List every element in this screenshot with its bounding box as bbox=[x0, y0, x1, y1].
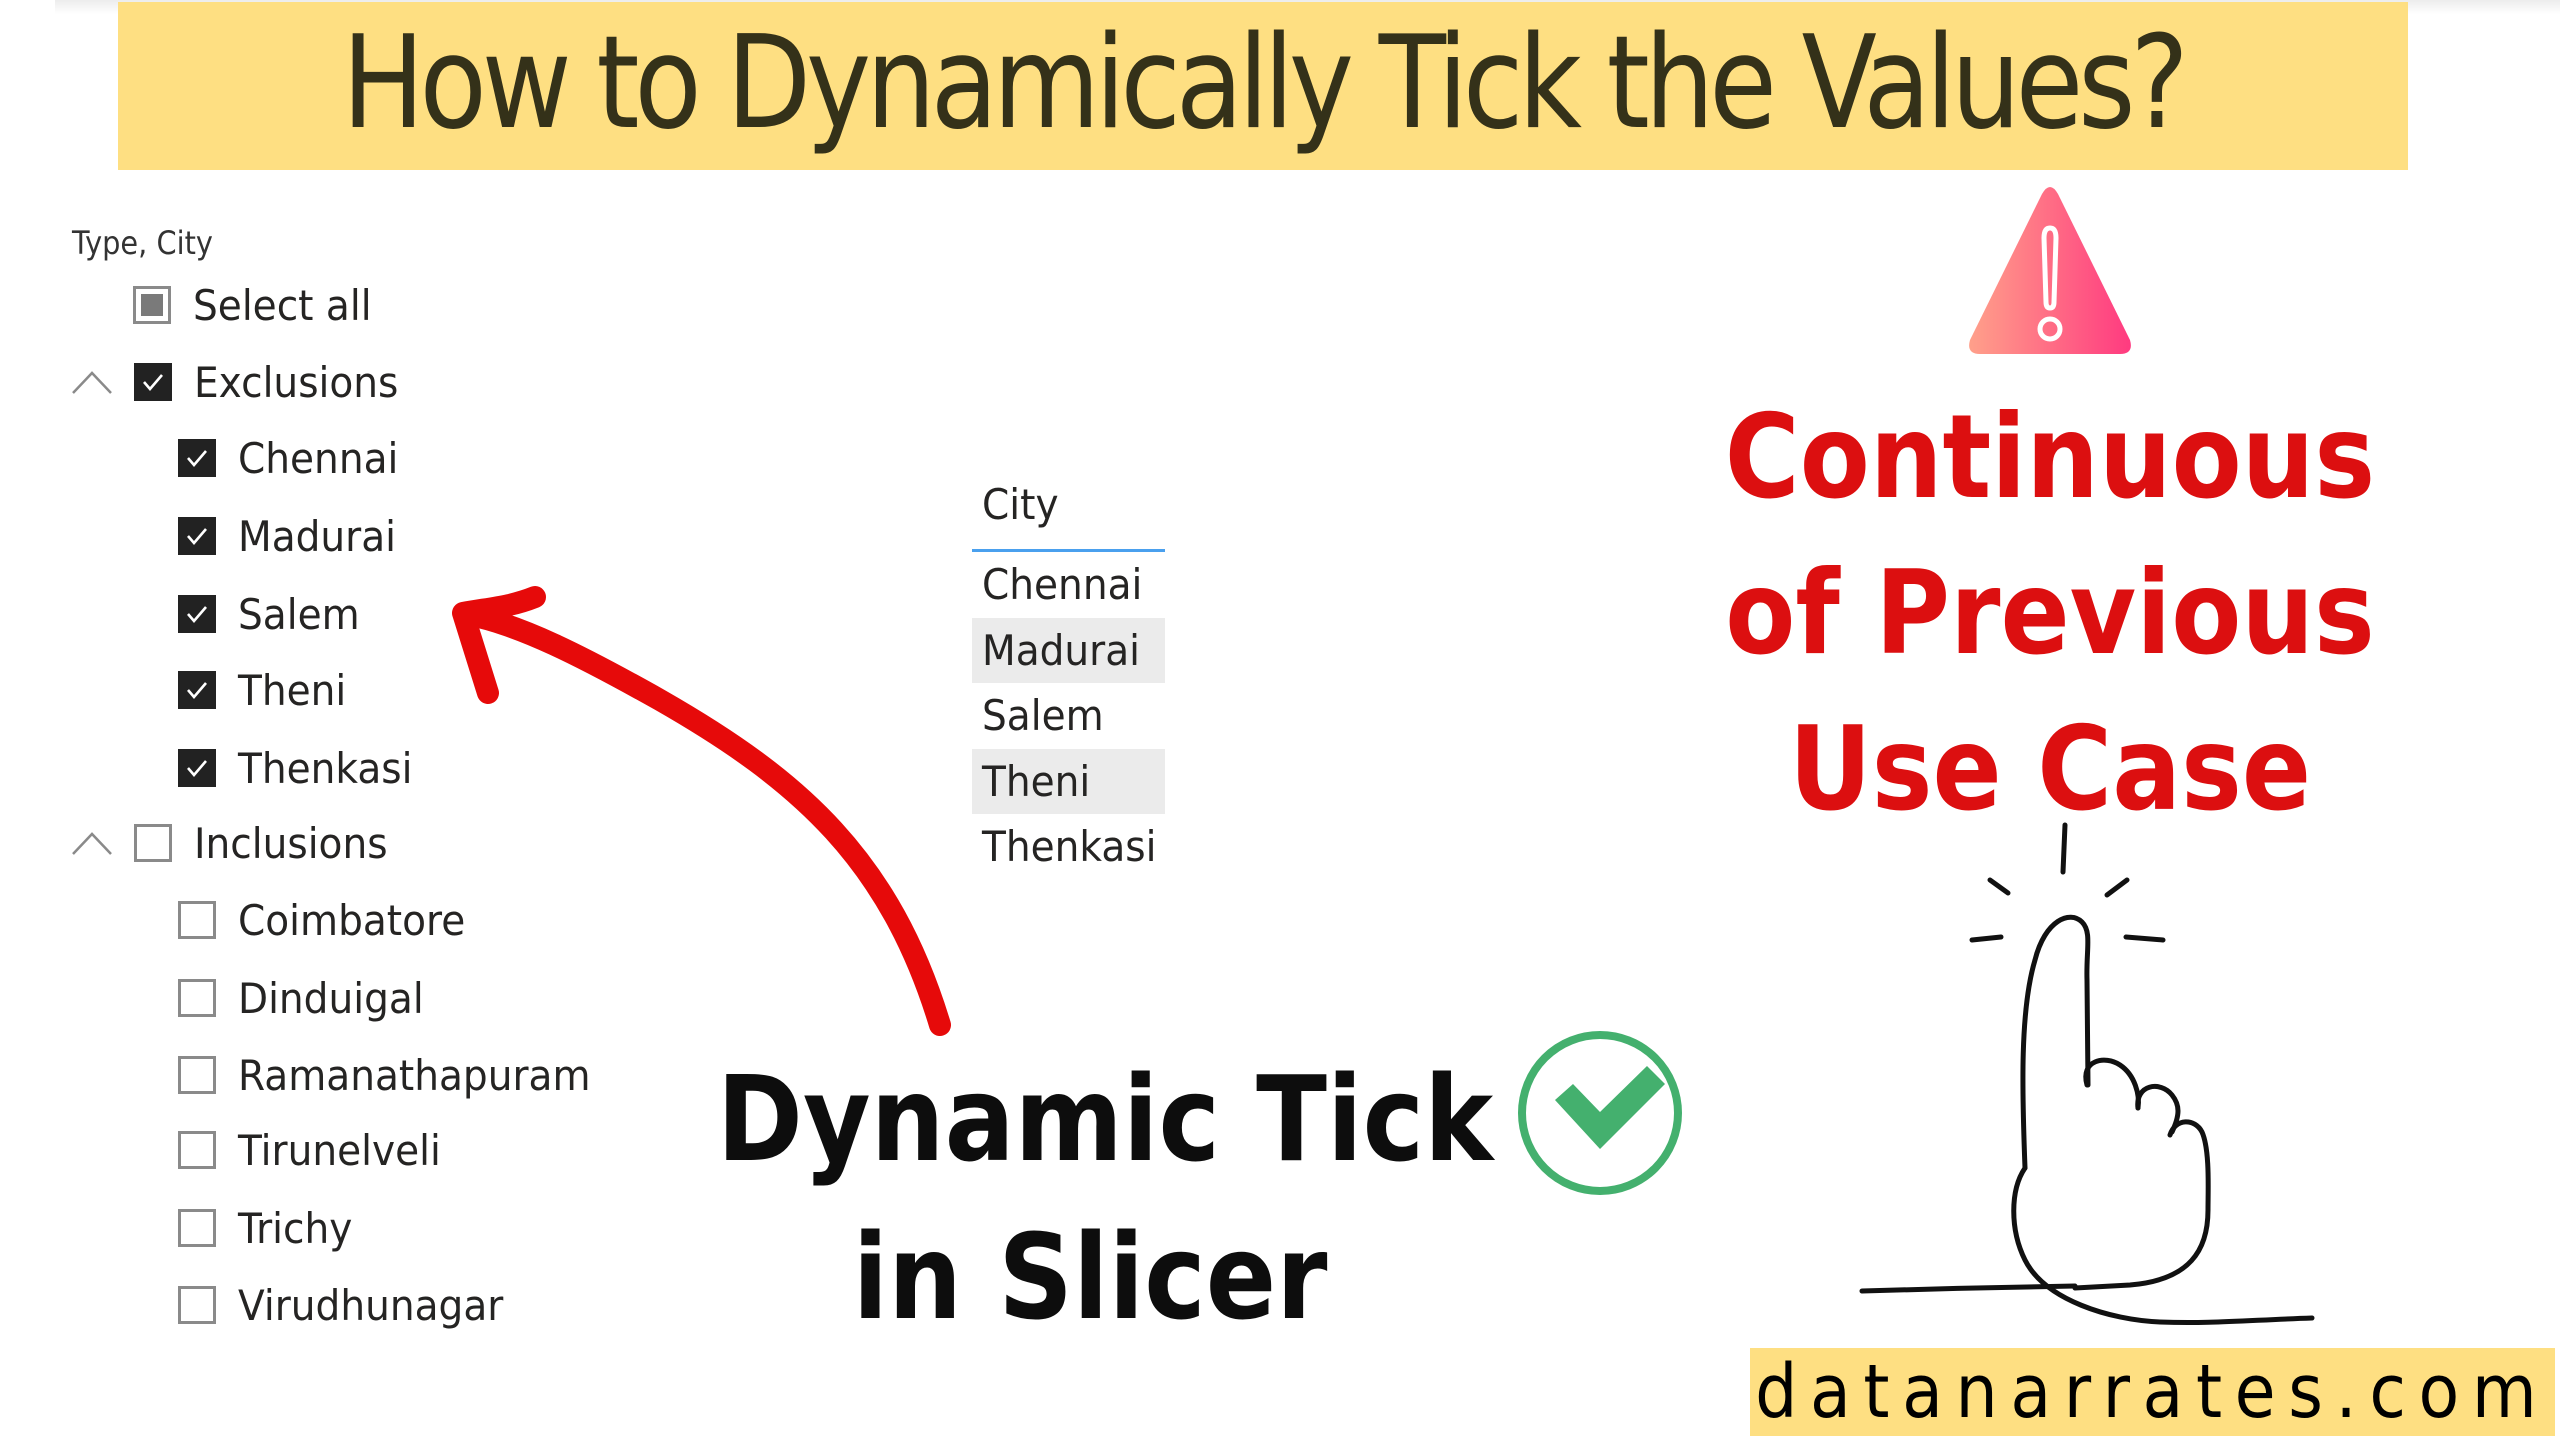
callout-line-1: Dynamic Tick bbox=[716, 1050, 1494, 1188]
callout-text: Dynamic Tick in Slicer bbox=[690, 1040, 1550, 1356]
note-line-2: of Previous bbox=[1725, 546, 2375, 681]
callout-line-2: in Slicer bbox=[852, 1208, 1328, 1346]
site-url[interactable]: datanarrates.com bbox=[1755, 1349, 2549, 1435]
note-text: Continuous of Previous Use Case bbox=[1680, 380, 2420, 848]
note-line-1: Continuous bbox=[1724, 390, 2376, 525]
warning-icon bbox=[1969, 187, 2131, 354]
pointing-hand-icon bbox=[1859, 822, 2315, 1326]
check-circle-icon bbox=[1518, 1031, 1682, 1195]
footer-banner: datanarrates.com bbox=[1750, 1348, 2555, 1436]
